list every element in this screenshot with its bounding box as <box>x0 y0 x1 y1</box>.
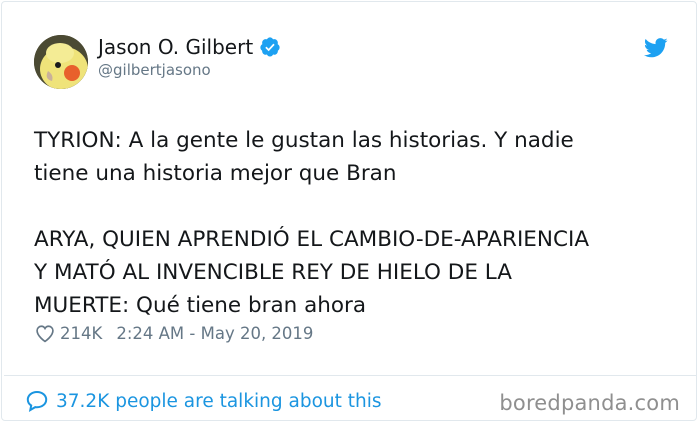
tweet-card: Jason O. Gilbert @gilbertjasono TYRION: … <box>1 1 697 421</box>
tweet-line: tiene una historia mejor que Bran <box>34 161 397 186</box>
watermark: boredpanda.com <box>499 391 680 415</box>
tweet-line: TYRION: A la gente le gustan las histori… <box>34 128 574 153</box>
author-handle[interactable]: @gilbertjasono <box>98 61 211 79</box>
avatar[interactable] <box>34 35 88 89</box>
timestamp[interactable]: 2:24 AM - May 20, 2019 <box>116 324 313 343</box>
cockatiel-avatar-icon <box>34 35 88 89</box>
speech-bubble-icon <box>26 390 48 412</box>
twitter-bird-icon[interactable] <box>644 38 668 58</box>
author-name-row[interactable]: Jason O. Gilbert <box>98 35 281 59</box>
verified-badge-icon <box>260 37 280 57</box>
tweet-line: Y MATÓ AL INVENCIBLE REY DE HIELO DE LA <box>34 260 512 285</box>
tweet-meta: 214K 2:24 AM - May 20, 2019 <box>35 324 313 343</box>
divider <box>4 375 696 376</box>
tweet-line: MUERTE: Qué tiene bran ahora <box>34 293 367 318</box>
like-count[interactable]: 214K <box>60 324 102 343</box>
talking-link[interactable]: 37.2K people are talking about this <box>25 389 382 413</box>
tweet-line: ARYA, QUIEN APRENDIÓ EL CAMBIO-DE-APARIE… <box>34 227 590 252</box>
tweet-text: TYRION: A la gente le gustan las histori… <box>34 124 674 322</box>
author-name[interactable]: Jason O. Gilbert <box>98 35 253 59</box>
heart-icon[interactable] <box>35 324 55 343</box>
talking-text[interactable]: 37.2K people are talking about this <box>56 391 382 412</box>
